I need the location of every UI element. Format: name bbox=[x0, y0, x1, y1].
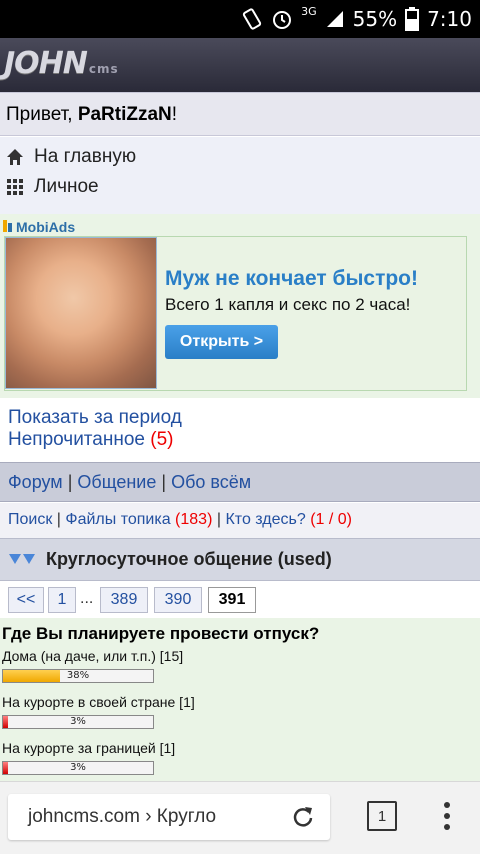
poll-bar-percent: 3% bbox=[70, 762, 86, 773]
greeting-prefix: Привет, bbox=[6, 104, 78, 125]
page-current: 391 bbox=[208, 587, 256, 613]
breadcrumb-about[interactable]: Обо всём bbox=[171, 472, 251, 492]
who-here-link[interactable]: Кто здесь? bbox=[225, 511, 305, 528]
ad-image[interactable] bbox=[5, 237, 157, 389]
poll-bar-percent: 38% bbox=[66, 670, 90, 681]
pagination: << 1 ... 389 390 391 bbox=[0, 581, 480, 618]
ad-text: Всего 1 капля и секс по 2 часа! bbox=[165, 295, 411, 314]
poll-bar: 38% bbox=[2, 669, 154, 683]
separator: | bbox=[216, 511, 222, 528]
topic-files-link[interactable]: Файлы топика bbox=[65, 511, 170, 528]
ad-banner[interactable]: Муж не кончает быстро! Всего 1 капля и с… bbox=[4, 236, 467, 391]
unread-label: Непрочитанное bbox=[8, 429, 145, 450]
topic-files-count: (183) bbox=[175, 511, 213, 528]
ad-open-button[interactable]: Открыть > bbox=[165, 325, 278, 359]
status-bar: 3G 55% 7:10 bbox=[0, 0, 480, 38]
topic-header: Круглосуточное общение (used) bbox=[0, 538, 480, 581]
unread-count: (5) bbox=[150, 429, 174, 450]
menu-item-personal[interactable]: Личное bbox=[6, 173, 99, 201]
signal-icon bbox=[325, 9, 345, 29]
tabs-button[interactable]: 1 bbox=[367, 801, 397, 831]
separator: | bbox=[56, 511, 61, 528]
logo-text: JOHN bbox=[4, 46, 88, 81]
battery-icon bbox=[405, 7, 420, 31]
poll-option-label: На курорте за границей [1] bbox=[2, 740, 176, 756]
overflow-menu-icon[interactable] bbox=[440, 800, 454, 832]
greeting-suffix: ! bbox=[171, 104, 178, 125]
who-here-count: (1 / 0) bbox=[310, 511, 352, 528]
ad-brand: MobiAds bbox=[2, 218, 75, 235]
username: PaRtiZzaN bbox=[77, 104, 172, 125]
ad-brand-label: MobiAds bbox=[16, 218, 76, 235]
menu-home-label: На главную bbox=[34, 146, 137, 167]
url-text[interactable]: johncms.com › Кругло bbox=[28, 806, 216, 828]
separator: | bbox=[67, 472, 73, 492]
mobiads-logo-icon bbox=[2, 218, 14, 235]
search-link[interactable]: Поиск bbox=[8, 511, 52, 528]
network-type: 3G bbox=[301, 4, 317, 18]
alarm-icon bbox=[271, 8, 293, 30]
page-389[interactable]: 389 bbox=[100, 587, 148, 613]
grid-icon bbox=[6, 178, 24, 196]
breadcrumb: Форум | Общение | Обо всём bbox=[0, 462, 480, 502]
quick-links: Показать за период Непрочитанное (5) bbox=[0, 399, 480, 462]
poll-option-label: На курорте в своей стране [1] bbox=[2, 694, 195, 710]
home-icon bbox=[6, 148, 24, 166]
status-icons: 3G 55% 7:10 bbox=[241, 0, 472, 38]
poll-bar: 3% bbox=[2, 761, 154, 775]
poll-bar: 3% bbox=[2, 715, 154, 729]
site-logo[interactable]: JOHN cms bbox=[4, 46, 119, 81]
poll: Где Вы планируете провести отпуск? Дома … bbox=[0, 618, 480, 781]
topic-tools: Поиск | Файлы топика (183) | Кто здесь? … bbox=[0, 503, 480, 538]
unread-link[interactable]: Непрочитанное (5) bbox=[8, 429, 174, 451]
topic-title: Круглосуточное общение (used) bbox=[46, 549, 332, 569]
reload-icon[interactable] bbox=[290, 804, 316, 830]
show-period-link[interactable]: Показать за период bbox=[8, 407, 182, 429]
breadcrumb-talk[interactable]: Общение bbox=[77, 472, 156, 492]
address-bar[interactable]: johncms.com › Кругло bbox=[8, 794, 330, 840]
vibrate-icon bbox=[241, 8, 263, 30]
poll-bar-percent: 3% bbox=[70, 716, 86, 727]
greeting: Привет, PaRtiZzaN! bbox=[6, 104, 177, 126]
page-ellipsis: ... bbox=[80, 590, 94, 607]
battery-percent: 55% bbox=[352, 7, 398, 31]
site-header: JOHN cms bbox=[0, 38, 480, 92]
ad-block: MobiAds Муж не кончает быстро! Всего 1 к… bbox=[0, 214, 480, 398]
menu-personal-label: Личное bbox=[34, 176, 99, 197]
ad-title[interactable]: Муж не кончает быстро! bbox=[165, 267, 418, 291]
page-390[interactable]: 390 bbox=[154, 587, 202, 613]
poll-question: Где Вы планируете провести отпуск? bbox=[2, 624, 320, 643]
logo-sub: cms bbox=[88, 62, 119, 76]
clock: 7:10 bbox=[427, 7, 472, 31]
main-menu: На главную Личное bbox=[0, 137, 480, 214]
poll-option-label: Дома (на даче, или т.п.) [15] bbox=[2, 648, 184, 664]
menu-item-home[interactable]: На главную bbox=[6, 143, 136, 171]
double-arrow-down-icon bbox=[8, 552, 38, 572]
breadcrumb-forum[interactable]: Форум bbox=[8, 472, 63, 492]
browser-toolbar: johncms.com › Кругло 1 bbox=[0, 781, 480, 854]
page-first[interactable]: << bbox=[8, 587, 44, 613]
greeting-bar: Привет, PaRtiZzaN! bbox=[0, 92, 480, 136]
page-1[interactable]: 1 bbox=[48, 587, 76, 613]
separator: | bbox=[161, 472, 167, 492]
